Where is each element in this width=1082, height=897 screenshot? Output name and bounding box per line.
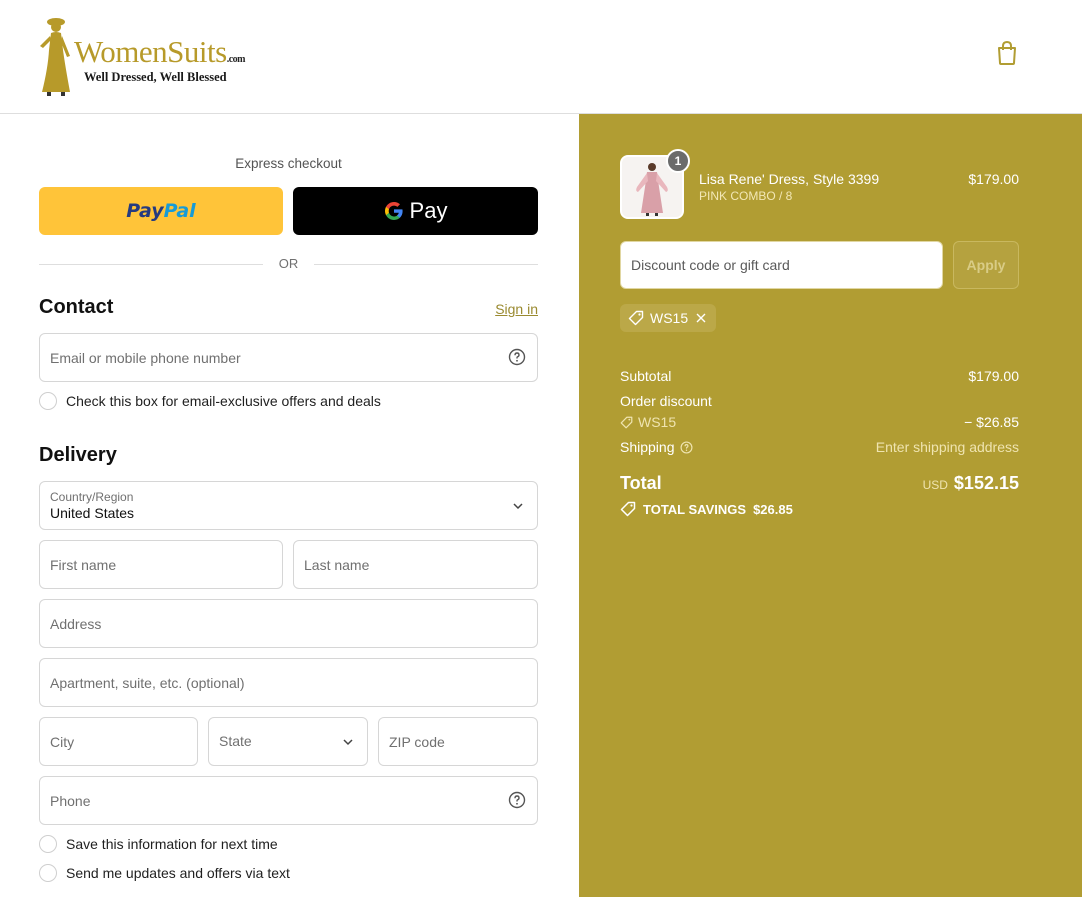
google-pay-button[interactable]: Pay <box>293 187 538 235</box>
help-circle-icon[interactable] <box>508 348 526 366</box>
tag-icon <box>620 501 636 517</box>
express-checkout-label: Express checkout <box>235 156 342 171</box>
logo-tagline: Well Dressed, Well Blessed <box>84 70 227 84</box>
zip-code-field[interactable]: ZIP code <box>378 717 538 766</box>
last-name-field[interactable]: Last name <box>293 540 538 589</box>
help-circle-icon[interactable] <box>680 441 693 454</box>
store-logo[interactable]: WomenSuits.com Well Dressed, Well Blesse… <box>34 10 284 100</box>
subtotal-row: Subtotal $179.00 <box>620 368 1019 384</box>
product-name: Lisa Rene' Dress, Style 3399 <box>699 171 880 187</box>
discount-amount: − $26.85 <box>964 414 1019 430</box>
or-divider: OR <box>39 256 538 272</box>
discount-code-input[interactable]: Discount code or gift card <box>620 241 943 289</box>
contact-heading: Contact <box>39 296 114 318</box>
total-value: USD $152.15 <box>922 473 1019 493</box>
google-g-icon <box>384 202 403 220</box>
shopping-bag-icon[interactable] <box>995 40 1019 66</box>
checkbox[interactable] <box>39 835 57 853</box>
apply-discount-button[interactable]: Apply <box>953 241 1019 289</box>
apartment-field[interactable]: Apartment, suite, etc. (optional) <box>39 658 538 707</box>
checkbox[interactable] <box>39 864 57 882</box>
city-field[interactable]: City <box>39 717 198 766</box>
applied-discount-chip: WS15 <box>620 304 717 332</box>
total-savings: TOTAL SAVINGS $26.85 <box>620 501 793 517</box>
delivery-heading: Delivery <box>39 444 117 466</box>
page-header: WomenSuits.com Well Dressed, Well Blesse… <box>0 0 1082 114</box>
email-field[interactable]: Email or mobile phone number <box>39 333 538 382</box>
chevron-down-icon <box>343 739 353 746</box>
help-circle-icon[interactable] <box>508 791 526 809</box>
checkout-form: Express checkout Pay Pal Pay OR Contact S… <box>0 114 579 897</box>
first-name-field[interactable]: First name <box>39 540 283 589</box>
tag-icon <box>628 310 644 326</box>
sign-in-link[interactable]: Sign in <box>495 301 538 317</box>
email-offers-checkbox[interactable]: Check this box for email-exclusive offer… <box>39 392 381 410</box>
checkbox[interactable] <box>39 392 57 410</box>
order-discount-row: Order discount <box>620 393 712 409</box>
logo-wordmark: WomenSuits.com <box>74 34 245 69</box>
quantity-badge: 1 <box>666 149 690 173</box>
paypal-button[interactable]: Pay Pal <box>39 187 283 235</box>
product-price: $179.00 <box>968 171 1019 187</box>
chevron-down-icon <box>513 503 523 510</box>
state-select[interactable]: State <box>208 717 368 766</box>
discount-code-row: WS15 − $26.85 <box>620 414 1019 432</box>
text-updates-checkbox[interactable]: Send me updates and offers via text <box>39 864 290 882</box>
woman-silhouette-icon <box>40 18 70 96</box>
product-variant: PINK COMBO / 8 <box>699 189 793 203</box>
save-info-checkbox[interactable]: Save this information for next time <box>39 835 278 853</box>
shipping-row: Shipping Enter shipping address <box>620 439 1019 455</box>
total-label: Total <box>620 473 662 493</box>
phone-field[interactable]: Phone <box>39 776 538 825</box>
country-select[interactable]: Country/Region United States <box>39 481 538 530</box>
close-icon[interactable] <box>694 311 708 325</box>
address-field[interactable]: Address <box>39 599 538 648</box>
order-summary: 1 Lisa Rene' Dress, Style 3399 PINK COMB… <box>579 114 1082 897</box>
tag-icon <box>620 416 633 428</box>
